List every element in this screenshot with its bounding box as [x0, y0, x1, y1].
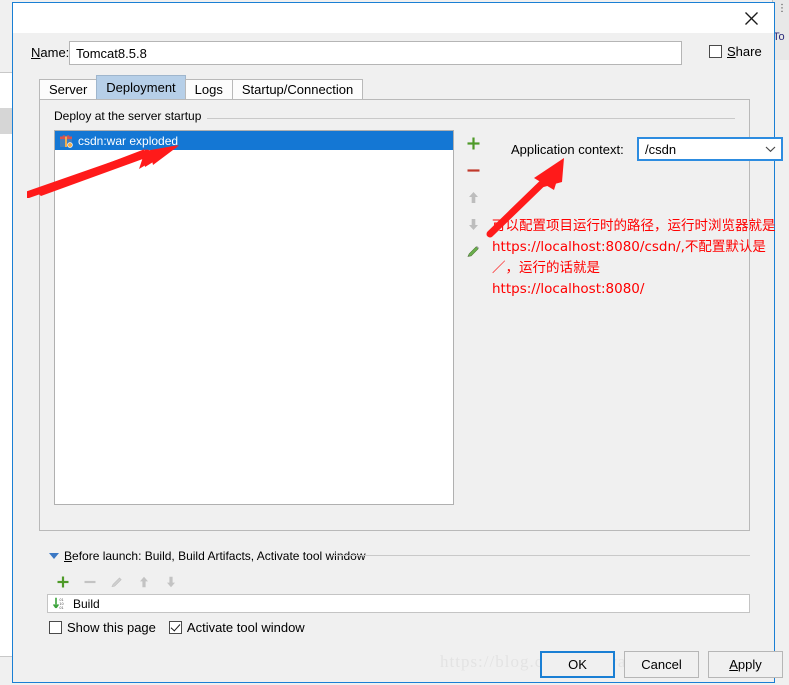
- list-item-label: csdn:war exploded: [78, 133, 179, 148]
- deployment-tab-panel: Deploy at the server startup csdn:war ex…: [39, 99, 783, 531]
- show-this-page-checkbox-row[interactable]: Show this page: [49, 620, 156, 635]
- ok-button[interactable]: OK: [540, 651, 615, 678]
- arrow-down-icon: [468, 219, 478, 230]
- add-task-button[interactable]: [49, 571, 76, 593]
- plus-icon: [467, 137, 479, 150]
- kebab-menu-icon[interactable]: ⋮: [777, 4, 787, 14]
- task-label: Build: [73, 596, 100, 611]
- dialog-titlebar: [13, 3, 774, 33]
- activate-tool-window-checkbox-row[interactable]: Activate tool window: [168, 620, 305, 635]
- application-context-label: Application context:: [511, 142, 624, 157]
- tab-deployment[interactable]: Deployment: [96, 75, 186, 99]
- svg-text:01: 01: [59, 606, 63, 610]
- list-item[interactable]: csdn:war exploded: [55, 131, 453, 150]
- apply-mnemonic: A: [729, 657, 738, 672]
- arrow-up-icon: [468, 192, 478, 203]
- apply-label-rest: pply: [737, 657, 762, 672]
- group-separator: [190, 118, 735, 119]
- before-launch-header[interactable]: Before launch: Build, Build Artifacts, A…: [49, 549, 366, 563]
- pencil-icon: [466, 246, 479, 257]
- tab-logs[interactable]: Logs: [184, 79, 233, 99]
- name-label-rest: ame:: [40, 45, 70, 60]
- deploy-group-title: Deploy at the server startup: [54, 109, 208, 123]
- chevron-down-icon[interactable]: [759, 145, 781, 153]
- share-checkbox[interactable]: [709, 45, 722, 58]
- name-label-mnemonic: N: [31, 45, 41, 60]
- close-icon[interactable]: [728, 3, 774, 33]
- minus-icon: [467, 169, 479, 172]
- plus-icon: [57, 576, 68, 588]
- add-button[interactable]: [460, 130, 486, 157]
- ide-vertical-scrollbar[interactable]: [774, 0, 787, 685]
- move-task-down-button[interactable]: [157, 571, 184, 593]
- application-context-combobox[interactable]: /csdn: [637, 137, 783, 161]
- artifact-package-icon: [59, 134, 73, 148]
- name-input[interactable]: [69, 41, 682, 65]
- dialog-footer-buttons: OK Cancel Apply: [540, 651, 789, 678]
- edit-button[interactable]: [460, 238, 486, 265]
- apply-button[interactable]: Apply: [708, 651, 783, 678]
- before-launch-mnemonic: B: [64, 549, 73, 563]
- before-launch-title-rest: efore launch: Build, Build Artifacts, Ac…: [72, 549, 366, 563]
- share-checkbox-row[interactable]: Share: [709, 44, 762, 59]
- cancel-button[interactable]: Cancel: [624, 651, 699, 678]
- configuration-tabs: Server Deployment Logs Startup/Connectio…: [39, 75, 364, 99]
- before-launch-separator: [333, 555, 750, 556]
- bottom-checkbox-row: Show this page Activate tool window: [49, 620, 305, 635]
- annotation-text: 可以配置项目运行时的路径，运行时浏览器就是https://localhost:8…: [492, 218, 776, 297]
- activate-tool-window-label: Activate tool window: [186, 620, 305, 635]
- name-label: Name:: [31, 45, 69, 60]
- ide-right-tab-label[interactable]: To: [773, 26, 789, 48]
- minus-icon: [84, 580, 95, 584]
- arrow-up-icon: [139, 576, 148, 588]
- edit-task-button[interactable]: [103, 571, 130, 593]
- artifact-list-toolbar: [460, 130, 486, 505]
- before-launch-title: Before launch: Build, Build Artifacts, A…: [64, 549, 366, 563]
- chevron-down-icon[interactable]: [49, 553, 59, 559]
- run-debug-configuration-dialog: Name: Share Server Deployment Logs Start…: [12, 2, 783, 683]
- move-up-button[interactable]: [460, 184, 486, 211]
- compile-icon: 01 10 01: [52, 597, 67, 610]
- share-label: Share: [727, 44, 762, 59]
- move-down-button[interactable]: [460, 211, 486, 238]
- tab-startup-connection[interactable]: Startup/Connection: [231, 79, 364, 99]
- remove-task-button[interactable]: [76, 571, 103, 593]
- activate-tool-window-checkbox[interactable]: [168, 621, 182, 634]
- before-launch-task-list[interactable]: 01 10 01 Build: [47, 594, 750, 613]
- show-this-page-checkbox[interactable]: [49, 621, 62, 634]
- deployment-artifact-list[interactable]: csdn:war exploded: [54, 130, 454, 505]
- remove-button[interactable]: [460, 157, 486, 184]
- move-task-up-button[interactable]: [130, 571, 157, 593]
- application-context-value: /csdn: [645, 141, 677, 157]
- share-label-mnemonic: S: [727, 44, 736, 59]
- pencil-icon: [110, 577, 122, 587]
- name-row: Name: Share: [13, 41, 774, 67]
- arrow-down-icon: [166, 576, 175, 588]
- show-this-page-label: Show this page: [67, 620, 156, 635]
- tab-server[interactable]: Server: [39, 79, 98, 99]
- before-launch-toolbar: [49, 571, 184, 593]
- share-label-rest: hare: [735, 44, 762, 59]
